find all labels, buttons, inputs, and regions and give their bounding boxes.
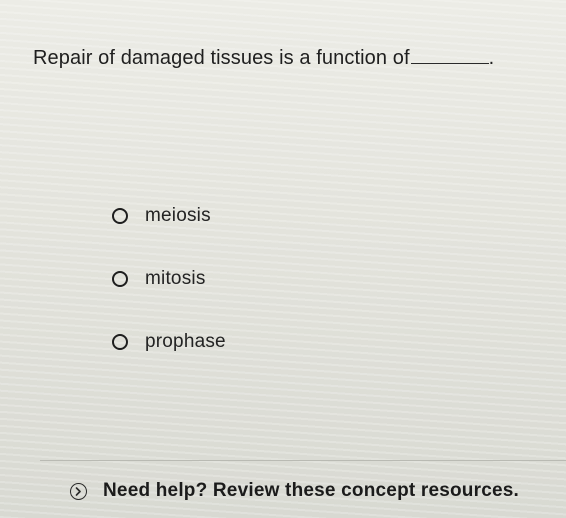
question-text: Repair of damaged tissues is a function … [33,47,410,69]
help-link-text: Need help? Review these concept resource… [103,480,519,501]
chevron-right-circle-icon [70,482,87,500]
option-meiosis[interactable]: meiosis [112,201,226,231]
radio-button-icon[interactable] [112,334,128,350]
option-label: prophase [145,331,226,352]
option-label: meiosis [145,205,211,226]
answer-blank [410,45,489,64]
radio-button-icon[interactable] [112,208,128,224]
question-prompt: Repair of damaged tissues is a function … [33,45,553,71]
option-mitosis[interactable]: mitosis [112,264,226,294]
option-label: mitosis [145,268,206,289]
section-divider [40,460,566,461]
option-prophase[interactable]: prophase [112,327,226,357]
radio-button-icon[interactable] [112,271,128,287]
help-resources-link[interactable]: Need help? Review these concept resource… [70,480,519,502]
question-suffix: . [488,47,495,69]
answer-options: meiosis mitosis prophase [112,201,226,390]
